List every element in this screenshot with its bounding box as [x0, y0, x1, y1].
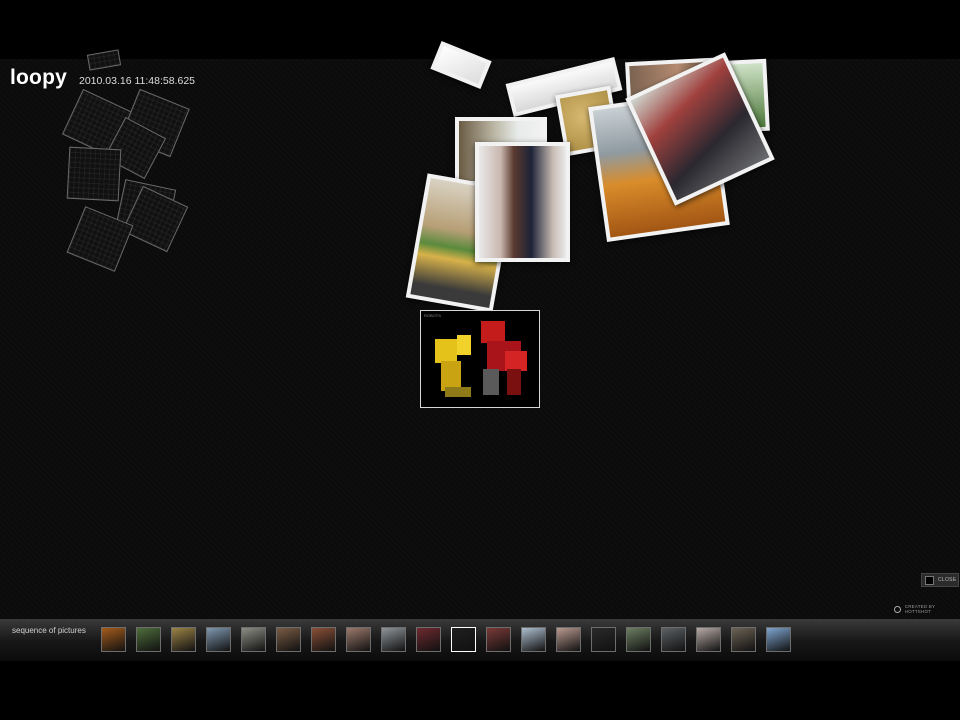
filmstrip-label: sequence of pictures: [12, 626, 86, 635]
timestamp: 2010.03.16 11:48:58.625: [79, 75, 195, 87]
thumbnail-green-trees[interactable]: [136, 627, 161, 652]
close-icon: [925, 575, 934, 585]
thumbnail-red-bus[interactable]: [486, 627, 511, 652]
thumbnail-sunglasses-man[interactable]: [591, 627, 616, 652]
featured-photo[interactable]: ROBOTS: [420, 310, 540, 408]
thumbnail-park-people[interactable]: [626, 627, 651, 652]
thumbnail-woman-kitchen[interactable]: [276, 627, 301, 652]
thumbnail-colorful-crowd[interactable]: [311, 627, 336, 652]
credit-text: CREATED BY HOTTSHOT: [904, 604, 936, 614]
thumbnail-robots-toy[interactable]: [451, 627, 476, 652]
thumbnail-sunset-orange[interactable]: [101, 627, 126, 652]
thumbnail-blue-sky[interactable]: [766, 627, 791, 652]
thumbnail-red-trees[interactable]: [416, 627, 441, 652]
thumbnail-tower-sky[interactable]: [521, 627, 546, 652]
thumbnail-white-hair-portrait[interactable]: [696, 627, 721, 652]
photo-woman-sunglasses[interactable]: [475, 142, 570, 262]
thumbnail-hand-portrait[interactable]: [556, 627, 581, 652]
thumbnail-building-crowd[interactable]: [241, 627, 266, 652]
thumbnail-cup-drink[interactable]: [171, 627, 196, 652]
thumbnail-cloudy-sky[interactable]: [381, 627, 406, 652]
thumbnail-room-interior[interactable]: [731, 627, 756, 652]
featured-caption: ROBOTS: [424, 313, 441, 318]
thumbnail-portrait-woman[interactable]: [346, 627, 371, 652]
thumbnail-grey-horizon[interactable]: [661, 627, 686, 652]
placeholder-tile: [66, 146, 122, 202]
thumbnail-city-sky[interactable]: [206, 627, 231, 652]
filmstrip: sequence of pictures: [0, 619, 960, 661]
close-button[interactable]: CLOSE: [921, 573, 959, 587]
close-label: CLOSE: [938, 577, 957, 583]
app-logo: loopy: [10, 66, 67, 89]
circle-icon: [894, 605, 901, 613]
credit-link[interactable]: CREATED BY HOTTSHOT: [894, 604, 960, 614]
robots-image: [435, 321, 527, 397]
